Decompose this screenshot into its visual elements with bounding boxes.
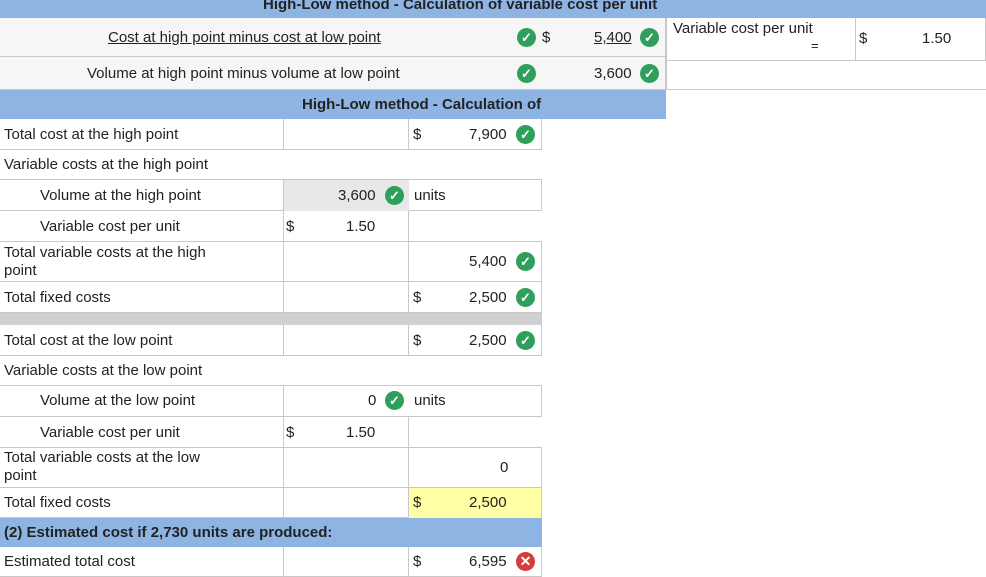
- low-fixed-row: Total fixed costs $ 2,500: [0, 488, 542, 518]
- high-total-var-row: Total variable costs at the high point 5…: [0, 242, 542, 282]
- check-circle-icon: ✓: [517, 28, 536, 47]
- high-volume-row: Volume at the high point 3,600 ✓ units: [0, 180, 542, 211]
- check-circle-icon: ✓: [385, 391, 404, 410]
- high-fixed-value[interactable]: 2,500: [469, 289, 507, 306]
- estimated-total-cost-dollar: $: [413, 553, 422, 570]
- cost-difference-label: Cost at high point minus cost at low poi…: [108, 29, 381, 46]
- low-fixed-dollar: $: [413, 494, 422, 511]
- high-total-var-label: Total variable costs at the high: [4, 244, 206, 261]
- low-total-cost-mid: [283, 325, 409, 356]
- vcpu-result-label: Variable cost per unit: [673, 20, 813, 37]
- low-total-var-mid: [283, 448, 409, 488]
- vcpu-result-equals: =: [811, 38, 819, 53]
- fixed-cost-header: High-Low method - Calculation of fixed c…: [0, 90, 624, 119]
- high-volume-unit: units: [414, 187, 446, 204]
- low-volume-label: Volume at the low point: [40, 392, 196, 409]
- volume-difference-label: Volume at high point minus volume at low…: [87, 65, 400, 82]
- low-fixed-value: 2,500: [469, 494, 507, 511]
- section-separator: [0, 313, 542, 325]
- high-volume-value: 3,600: [338, 187, 376, 204]
- variable-cost-header-text: High-Low method - Calculation of variabl…: [263, 0, 658, 13]
- estimated-total-cost-value[interactable]: 6,595: [469, 553, 507, 570]
- high-total-cost-mid: [283, 119, 409, 150]
- vcpu-result-value: 1.50: [922, 30, 952, 47]
- check-circle-icon: ✓: [640, 28, 659, 47]
- low-total-cost-dollar: $: [413, 332, 422, 349]
- low-volume-unit: units: [414, 392, 446, 409]
- high-total-var-value[interactable]: 5,400: [469, 253, 507, 270]
- estimate-header: (2) Estimated cost if 2,730 units are pr…: [0, 518, 542, 547]
- low-vcpu-label: Variable cost per unit: [40, 424, 180, 441]
- volume-difference-value[interactable]: 3,600: [594, 65, 632, 82]
- low-fixed-mid: [283, 488, 409, 518]
- high-vcpu-row: Variable cost per unit $ 1.50: [0, 211, 542, 242]
- fixed-cost-header-ext: [542, 90, 666, 119]
- x-circle-icon: ✕: [516, 552, 535, 571]
- low-total-var-value[interactable]: 0: [500, 459, 508, 476]
- high-var-costs-row: Variable costs at the high point: [0, 150, 542, 180]
- check-circle-icon: ✓: [385, 186, 404, 205]
- low-total-cost-label: Total cost at the low point: [4, 332, 173, 349]
- check-circle-icon: ✓: [516, 288, 535, 307]
- low-volume-row: Volume at the low point 0 ✓ units: [0, 386, 542, 417]
- check-circle-icon: ✓: [517, 64, 536, 83]
- low-total-var-row: Total variable costs at the low point 0: [0, 448, 542, 488]
- variable-right-blank: [666, 61, 986, 90]
- low-fixed-label: Total fixed costs: [4, 494, 111, 511]
- high-vcpu-value: 1.50: [346, 218, 376, 235]
- high-total-cost-dollar: $: [413, 126, 422, 143]
- high-fixed-label: Total fixed costs: [4, 289, 111, 306]
- high-vcpu-dollar: $: [286, 218, 295, 235]
- low-total-var-label: Total variable costs at the low: [4, 449, 200, 466]
- high-total-var-label-2: point: [4, 262, 37, 279]
- high-total-cost-row: Total cost at the high point $ 7,900 ✓: [0, 119, 542, 150]
- high-fixed-dollar: $: [413, 289, 422, 306]
- high-fixed-row: Total fixed costs $ 2,500 ✓: [0, 282, 542, 313]
- estimate-mid: [283, 547, 409, 577]
- high-vcpu-label: Variable cost per unit: [40, 218, 180, 235]
- vcpu-result-dollar: $: [859, 30, 868, 47]
- high-total-cost-label: Total cost at the high point: [4, 126, 179, 143]
- variable-row-2: Volume at high point minus volume at low…: [0, 57, 666, 90]
- vcpu-result-cell: Variable cost per unit =: [666, 18, 856, 61]
- variable-cost-header: High-Low method - Calculation of variabl…: [0, 0, 986, 18]
- high-volume-label: Volume at the high point: [40, 187, 201, 204]
- high-fixed-mid: [283, 282, 409, 313]
- estimated-total-cost-label: Estimated total cost: [4, 553, 135, 570]
- low-total-cost-value[interactable]: 2,500: [469, 332, 507, 349]
- low-vcpu-value: 1.50: [346, 424, 376, 441]
- low-volume-value: 0: [368, 392, 377, 409]
- low-var-costs-row: Variable costs at the low point: [0, 356, 542, 386]
- estimate-row: Estimated total cost $ 6,595 ✕: [0, 547, 542, 577]
- low-var-costs-label: Variable costs at the low point: [4, 362, 203, 379]
- estimate-header-text: (2) Estimated cost if 2,730 units are pr…: [4, 524, 333, 541]
- variable-row-1: Cost at high point minus cost at low poi…: [0, 18, 666, 57]
- low-vcpu-dollar: $: [286, 424, 295, 441]
- low-total-cost-row: Total cost at the low point $ 2,500 ✓: [0, 325, 542, 356]
- cost-difference-dollar: $: [542, 29, 551, 46]
- cost-difference-value[interactable]: 5,400: [594, 29, 632, 46]
- high-total-cost-value[interactable]: 7,900: [469, 126, 507, 143]
- vcpu-result-value-cell[interactable]: $ 1.50: [856, 18, 986, 61]
- check-circle-icon: ✓: [516, 125, 535, 144]
- check-circle-icon: ✓: [516, 252, 535, 271]
- high-var-costs-label: Variable costs at the high point: [4, 156, 209, 173]
- check-circle-icon: ✓: [516, 331, 535, 350]
- check-circle-icon: ✓: [640, 64, 659, 83]
- high-total-var-mid: [283, 242, 409, 282]
- low-total-var-label-2: point: [4, 467, 37, 484]
- low-vcpu-row: Variable cost per unit $ 1.50: [0, 417, 542, 448]
